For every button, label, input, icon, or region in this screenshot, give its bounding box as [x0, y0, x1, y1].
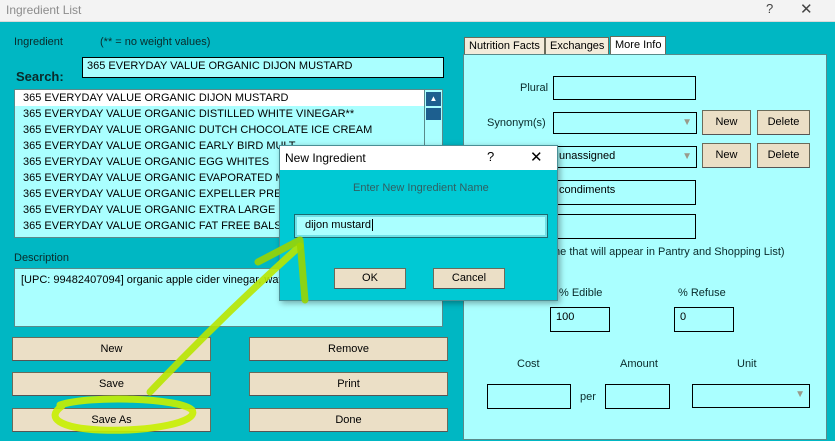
window-titlebar: Ingredient List ? ✕ [0, 0, 835, 22]
save-button[interactable]: Save [12, 372, 211, 396]
edible-label: % Edible [559, 287, 603, 299]
remove-button[interactable]: Remove [249, 337, 448, 361]
tab-exchanges[interactable]: Exchanges [545, 37, 610, 55]
weight-note: (** = no weight values) [100, 36, 211, 48]
new-button-label: New [100, 343, 123, 355]
remove-button-label: Remove [328, 343, 369, 355]
window-title: Ingredient List [6, 3, 82, 17]
help-icon[interactable]: ? [766, 1, 773, 16]
dialog-titlebar: New Ingredient ? ✕ [280, 146, 557, 170]
print-button-label: Print [337, 378, 360, 390]
text-cursor [372, 219, 374, 231]
category-delete-button[interactable]: Delete [757, 143, 810, 168]
refuse-input[interactable]: 0 [674, 307, 734, 332]
unit-select[interactable]: ▼ [692, 384, 810, 408]
ingredient-name-input[interactable]: dijon mustard [294, 214, 548, 238]
ingredient-label: Ingredient [14, 36, 63, 48]
description-label: Description [14, 252, 70, 264]
done-button-label: Done [335, 414, 362, 426]
save-as-button-label: Save As [91, 414, 132, 426]
scroll-up-icon[interactable]: ▲ [426, 92, 441, 106]
dialog-title: New Ingredient [285, 151, 366, 165]
synonym-delete-button[interactable]: Delete [757, 110, 810, 135]
cost-input[interactable] [487, 384, 571, 409]
ok-button[interactable]: OK [334, 268, 406, 289]
dialog-close-icon[interactable]: ✕ [530, 148, 543, 166]
category-delete-label: Delete [767, 149, 800, 161]
pantry-note: me that will appear in Pantry and Shoppi… [551, 246, 785, 258]
category-select[interactable]: unassigned ▼ [553, 146, 697, 168]
category-value: unassigned [559, 150, 616, 162]
amount-label: Amount [620, 358, 658, 370]
cancel-button[interactable]: Cancel [433, 268, 505, 289]
category-new-label: New [715, 149, 738, 161]
category-new-button[interactable]: New [702, 143, 751, 168]
plural-label: Plural [520, 82, 549, 94]
extra-input[interactable] [553, 214, 696, 239]
plural-input[interactable] [553, 76, 696, 100]
refuse-label: % Refuse [678, 287, 726, 299]
per-label: per [580, 391, 596, 403]
search-label: Search: [16, 69, 64, 84]
synonym-new-button[interactable]: New [702, 110, 751, 135]
cost-label: Cost [517, 358, 540, 370]
close-icon[interactable]: ✕ [800, 0, 813, 18]
unit-label: Unit [737, 358, 757, 370]
list-item[interactable]: 365 EVERYDAY VALUE ORGANIC DIJON MUSTARD [15, 90, 442, 106]
ok-button-label: OK [362, 272, 378, 284]
save-button-label: Save [98, 378, 125, 390]
dialog-prompt: Enter New Ingredient Name [353, 182, 489, 194]
new-button[interactable]: New [12, 337, 211, 361]
done-button[interactable]: Done [249, 408, 448, 432]
synonyms-select[interactable]: ▼ [553, 112, 697, 134]
print-button[interactable]: Print [249, 372, 448, 396]
dialog-help-icon[interactable]: ? [487, 149, 494, 164]
ingredient-name-value: dijon mustard [305, 219, 372, 231]
list-item[interactable]: 365 EVERYDAY VALUE ORGANIC DISTILLED WHI… [15, 106, 442, 122]
tab-more-info[interactable]: More Info [610, 36, 667, 55]
tab-nutrition-facts[interactable]: Nutrition Facts [464, 37, 545, 55]
chevron-down-icon: ▼ [682, 151, 692, 162]
list-item[interactable]: 365 EVERYDAY VALUE ORGANIC DUTCH CHOCOLA… [15, 122, 442, 138]
search-input[interactable]: 365 EVERYDAY VALUE ORGANIC DIJON MUSTARD [82, 57, 444, 78]
synonym-new-label: New [715, 116, 738, 128]
new-ingredient-dialog: New Ingredient ? ✕ Enter New Ingredient … [279, 145, 558, 301]
synonym-delete-label: Delete [767, 116, 800, 128]
amount-input[interactable] [605, 384, 670, 409]
edible-input[interactable]: 100 [550, 307, 610, 332]
chevron-down-icon: ▼ [795, 389, 805, 400]
scroll-thumb[interactable] [426, 108, 441, 120]
store-section-input[interactable]: condiments [553, 180, 696, 205]
synonyms-label: Synonym(s) [487, 117, 546, 129]
chevron-down-icon: ▼ [682, 117, 692, 128]
save-as-button[interactable]: Save As [12, 408, 211, 432]
cancel-button-label: Cancel [451, 272, 487, 284]
